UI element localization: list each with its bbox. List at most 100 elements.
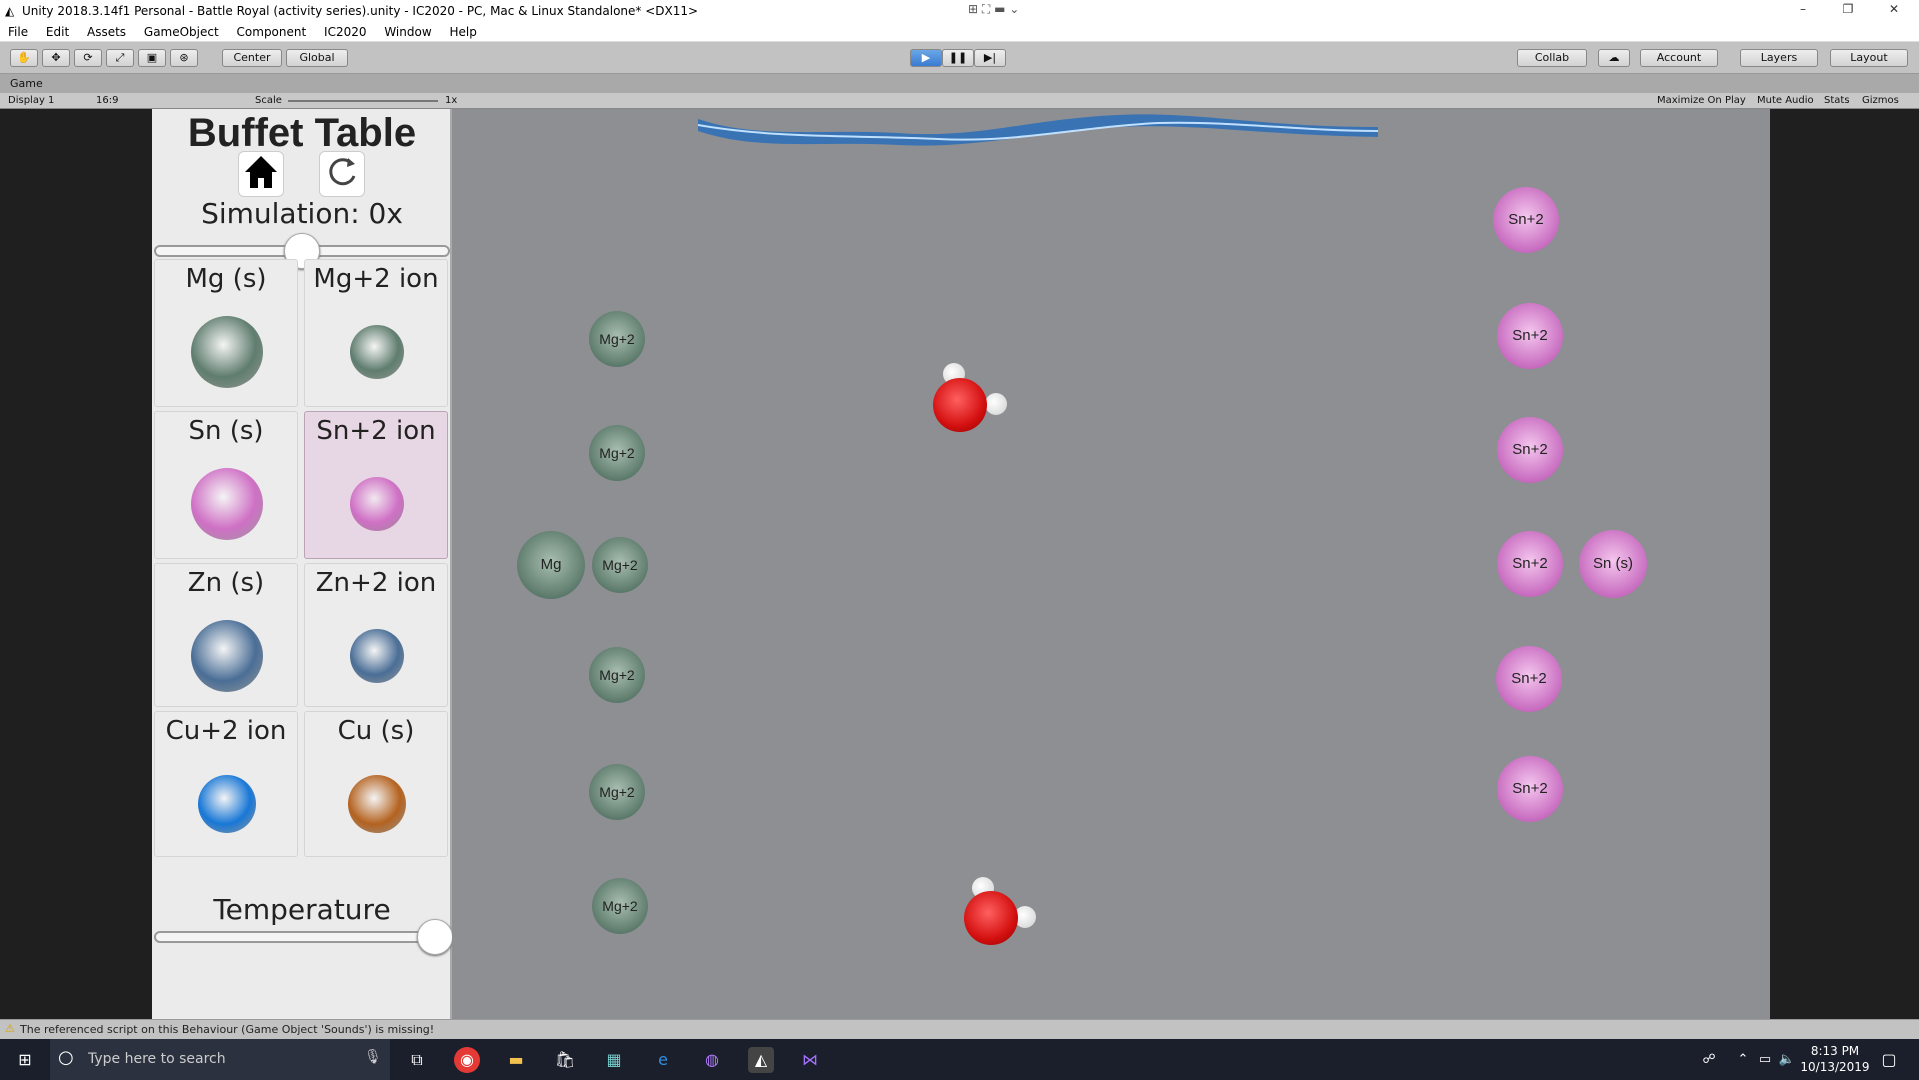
chrome-icon[interactable]: ◉ bbox=[454, 1047, 480, 1073]
maximize-on-play-toggle[interactable]: Maximize On Play bbox=[1657, 95, 1746, 106]
element-tile-label: Cu+2 ion bbox=[165, 716, 287, 746]
element-sphere bbox=[348, 775, 406, 833]
status-bar: ⚠ The referenced script on this Behaviou… bbox=[0, 1019, 1919, 1039]
element-tile[interactable]: Zn+2 ion bbox=[304, 563, 448, 707]
mg-ion-atom[interactable]: Mg+2 bbox=[589, 647, 645, 703]
step-button[interactable]: ▶| bbox=[974, 49, 1006, 67]
aspect-dropdown[interactable]: 16:9 bbox=[96, 95, 118, 106]
store-icon[interactable]: 🛍 bbox=[552, 1047, 578, 1073]
people-icon[interactable]: ☍ bbox=[1696, 1047, 1722, 1073]
reset-button[interactable] bbox=[319, 151, 365, 197]
scale-tool-icon[interactable]: ⤢ bbox=[106, 49, 134, 67]
element-sphere bbox=[191, 620, 263, 692]
sn-ion-atom[interactable]: Sn+2 bbox=[1497, 303, 1563, 369]
transform-tool-icon[interactable]: ⊛ bbox=[170, 49, 198, 67]
status-message[interactable]: The referenced script on this Behaviour … bbox=[20, 1023, 434, 1036]
element-tile[interactable]: Zn (s) bbox=[154, 563, 298, 707]
element-sphere bbox=[350, 629, 404, 683]
menu-ic2020[interactable]: IC2020 bbox=[324, 25, 366, 39]
volume-icon[interactable]: 🔈 bbox=[1774, 1047, 1800, 1073]
display-dropdown[interactable]: Display 1 bbox=[8, 95, 54, 106]
scale-slider[interactable] bbox=[288, 100, 438, 102]
mg-solid-atom[interactable]: Mg bbox=[517, 531, 585, 599]
menu-window[interactable]: Window bbox=[384, 25, 431, 39]
element-tile[interactable]: Mg+2 ion bbox=[304, 259, 448, 407]
sn-ion-atom[interactable]: Sn+2 bbox=[1497, 417, 1563, 483]
sn-ion-atom[interactable]: Sn+2 bbox=[1497, 756, 1563, 822]
mute-audio-toggle[interactable]: Mute Audio bbox=[1757, 95, 1814, 106]
app-icon[interactable]: ▦ bbox=[601, 1047, 627, 1073]
element-tile[interactable]: Cu+2 ion bbox=[154, 711, 298, 857]
discord-icon[interactable]: ◍ bbox=[699, 1047, 725, 1073]
oxygen-atom bbox=[933, 378, 987, 432]
temperature-slider-knob[interactable] bbox=[417, 919, 454, 955]
temperature-slider[interactable] bbox=[154, 931, 450, 943]
play-button[interactable]: ▶ bbox=[910, 49, 942, 67]
windows-taskbar: ⊞ ○ Type here to search 🎙 ⧉ ◉ ▬ 🛍 ▦ e ◍ … bbox=[0, 1039, 1919, 1080]
element-tile-label: Mg (s) bbox=[185, 264, 267, 294]
element-tile-label: Zn+2 ion bbox=[315, 568, 437, 598]
task-view-icon[interactable]: ⧉ bbox=[404, 1047, 430, 1073]
unity-taskbar-icon[interactable]: ◭ bbox=[748, 1047, 774, 1073]
restore-button[interactable]: ❐ bbox=[1828, 2, 1868, 20]
rect-tool-icon[interactable]: ▣ bbox=[138, 49, 166, 67]
element-tile[interactable]: Sn+2 ion bbox=[304, 411, 448, 559]
mg-ion-atom[interactable]: Mg+2 bbox=[589, 764, 645, 820]
simulation-scene[interactable]: Mg+2 Mg+2 Mg Mg+2 Mg+2 Mg+2 Mg+2 Sn+2 Sn… bbox=[452, 109, 1770, 1019]
file-explorer-icon[interactable]: ▬ bbox=[503, 1047, 529, 1073]
element-sphere bbox=[198, 775, 256, 833]
window-layout-icons[interactable]: ⊞ ⛶ ▬ ⌄ bbox=[968, 2, 1019, 17]
notifications-icon[interactable]: ▢ bbox=[1876, 1047, 1902, 1073]
menu-bar: File Edit Assets GameObject Component IC… bbox=[0, 22, 1919, 42]
search-box[interactable]: ○ Type here to search 🎙 bbox=[50, 1039, 390, 1080]
menu-file[interactable]: File bbox=[8, 25, 28, 39]
mg-ion-atom[interactable]: Mg+2 bbox=[592, 878, 648, 934]
sn-ion-atom[interactable]: Sn+2 bbox=[1497, 531, 1563, 597]
close-button[interactable]: ✕ bbox=[1874, 2, 1914, 20]
menu-assets[interactable]: Assets bbox=[87, 25, 126, 39]
gizmos-dropdown[interactable]: Gizmos bbox=[1862, 95, 1899, 106]
menu-help[interactable]: Help bbox=[449, 25, 476, 39]
pause-button[interactable]: ❚❚ bbox=[942, 49, 974, 67]
stats-toggle[interactable]: Stats bbox=[1824, 95, 1850, 106]
pivot-global-button[interactable]: Global bbox=[286, 49, 348, 67]
layers-dropdown[interactable]: Layers bbox=[1740, 49, 1818, 67]
panel-title: Buffet Table bbox=[187, 111, 417, 155]
menu-component[interactable]: Component bbox=[237, 25, 307, 39]
windows-start-icon[interactable]: ⊞ bbox=[12, 1047, 38, 1073]
pivot-center-button[interactable]: Center bbox=[222, 49, 282, 67]
collab-button[interactable]: Collab bbox=[1517, 49, 1587, 67]
menu-edit[interactable]: Edit bbox=[46, 25, 69, 39]
move-tool-icon[interactable]: ✥ bbox=[42, 49, 70, 67]
mg-ion-atom[interactable]: Mg+2 bbox=[589, 311, 645, 367]
element-tile[interactable]: Mg (s) bbox=[154, 259, 298, 407]
temperature-label: Temperature bbox=[213, 893, 391, 926]
menu-gameobject[interactable]: GameObject bbox=[144, 25, 219, 39]
window-title-bar: ◭ Unity 2018.3.14f1 Personal - Battle Ro… bbox=[0, 0, 1919, 22]
sn-solid-atom[interactable]: Sn (s) bbox=[1579, 530, 1647, 598]
minimize-button[interactable]: – bbox=[1783, 2, 1823, 20]
element-tile[interactable]: Sn (s) bbox=[154, 411, 298, 559]
game-view-bar: Display 1 16:9 Scale 1x Maximize On Play… bbox=[0, 93, 1919, 109]
element-sphere bbox=[350, 325, 404, 379]
element-tile[interactable]: Cu (s) bbox=[304, 711, 448, 857]
clock-time: 8:13 PM bbox=[1810, 1044, 1860, 1058]
hand-tool-icon[interactable]: ✋ bbox=[10, 49, 38, 67]
mg-ion-atom[interactable]: Mg+2 bbox=[589, 425, 645, 481]
home-button[interactable] bbox=[238, 151, 284, 197]
clock[interactable]: 8:13 PM 10/13/2019 bbox=[1800, 1043, 1870, 1075]
game-tab-strip: Game bbox=[0, 74, 1919, 93]
cloud-icon[interactable]: ☁ bbox=[1598, 49, 1630, 67]
account-dropdown[interactable]: Account bbox=[1640, 49, 1718, 67]
scale-value: 1x bbox=[445, 95, 458, 106]
oxygen-atom bbox=[964, 891, 1018, 945]
element-sphere bbox=[191, 316, 263, 388]
sn-ion-atom[interactable]: Sn+2 bbox=[1493, 187, 1559, 253]
visual-studio-icon[interactable]: ⋈ bbox=[797, 1047, 823, 1073]
mg-ion-atom[interactable]: Mg+2 bbox=[592, 537, 648, 593]
edge-icon[interactable]: e bbox=[650, 1047, 676, 1073]
sn-ion-atom[interactable]: Sn+2 bbox=[1496, 646, 1562, 712]
layout-dropdown[interactable]: Layout bbox=[1830, 49, 1908, 67]
rotate-tool-icon[interactable]: ⟳ bbox=[74, 49, 102, 67]
tab-game[interactable]: Game bbox=[10, 77, 43, 90]
